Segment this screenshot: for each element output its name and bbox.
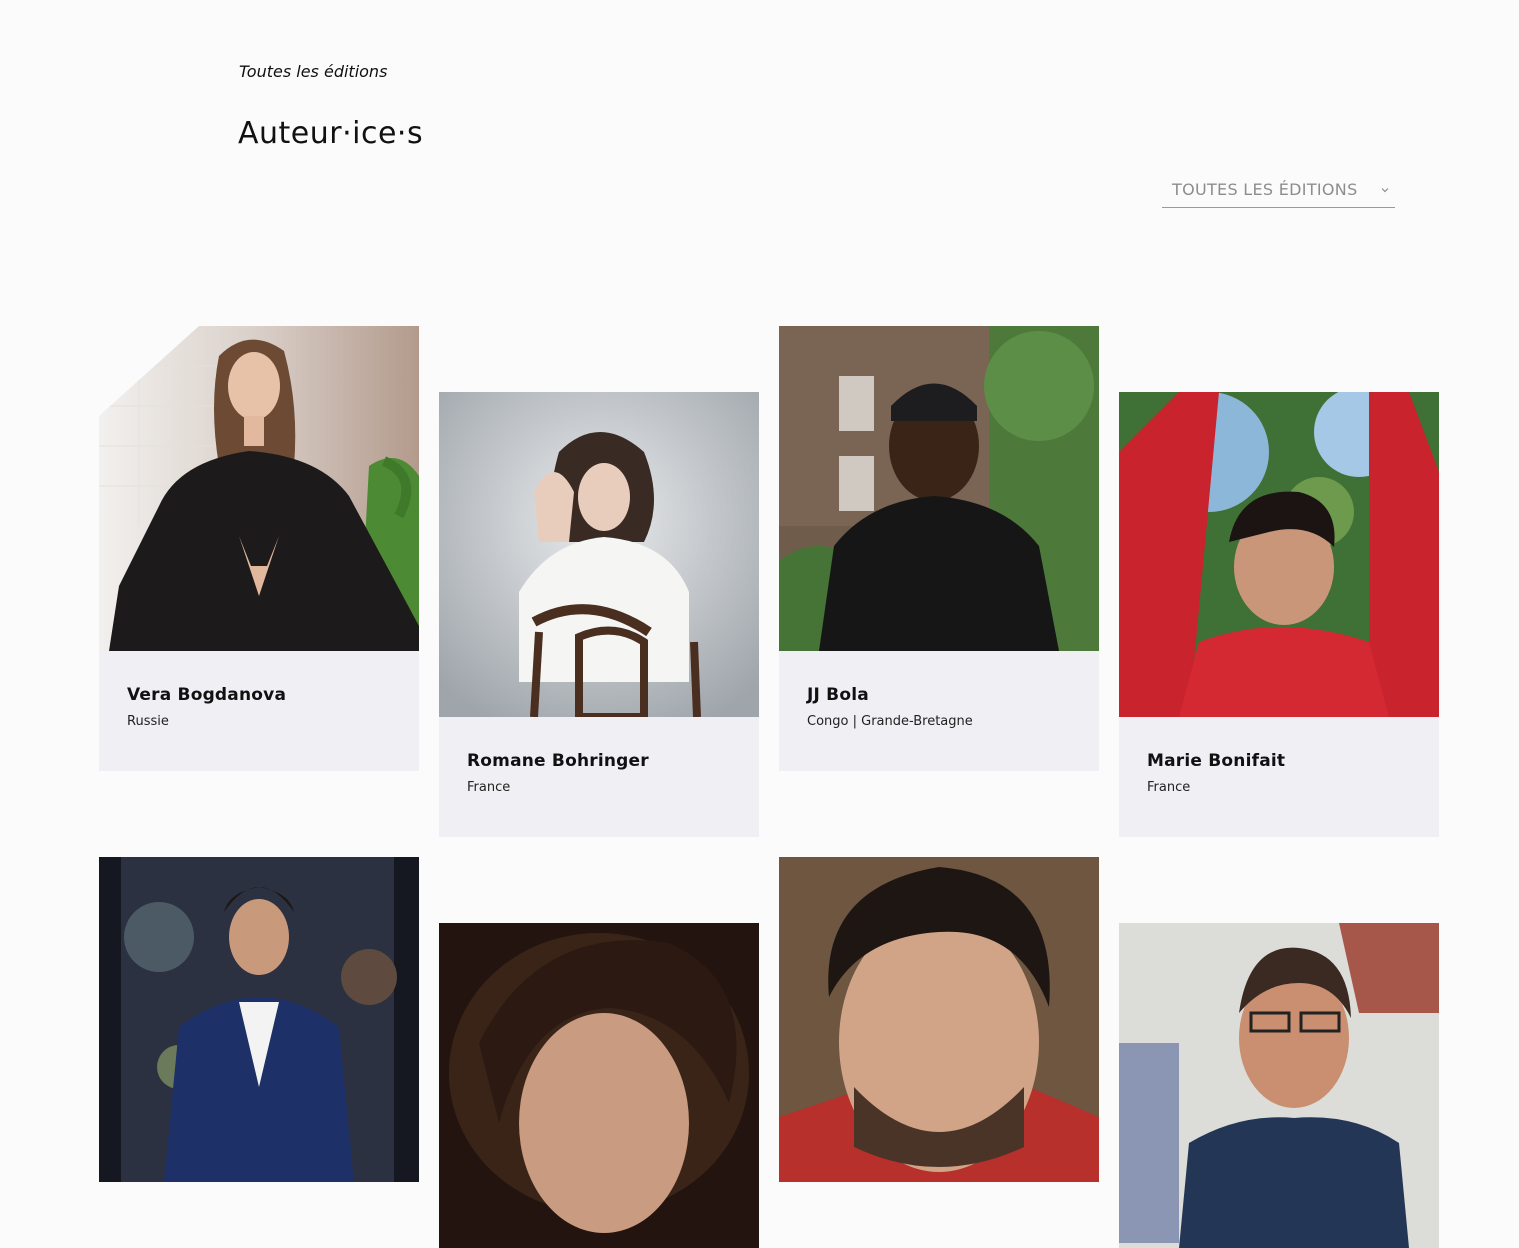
author-name: Vera Bogdanova bbox=[127, 685, 287, 705]
author-country: Congo | Grande-Bretagne bbox=[807, 714, 973, 729]
author-photo bbox=[1119, 923, 1439, 1248]
author-card[interactable] bbox=[439, 923, 759, 1248]
author-photo bbox=[439, 923, 759, 1248]
page-title: Auteur·ice·s bbox=[238, 116, 424, 151]
author-photo bbox=[779, 857, 1099, 1182]
author-card[interactable] bbox=[779, 857, 1099, 1182]
author-info: Vera Bogdanova Russie bbox=[99, 651, 419, 771]
author-card-jj-bola[interactable]: JJ Bola Congo | Grande-Bretagne bbox=[779, 326, 1099, 771]
author-photo bbox=[1119, 392, 1439, 717]
author-info: Marie Bonifait France bbox=[1119, 717, 1439, 837]
author-photo bbox=[99, 326, 419, 651]
author-card-romane-bohringer[interactable]: Romane Bohringer France bbox=[439, 392, 759, 837]
author-name: Romane Bohringer bbox=[467, 751, 649, 771]
author-photo bbox=[99, 857, 419, 1182]
author-card-marie-bonifait[interactable]: Marie Bonifait France bbox=[1119, 392, 1439, 837]
author-card[interactable] bbox=[1119, 923, 1439, 1248]
author-name: JJ Bola bbox=[807, 685, 869, 705]
author-name: Marie Bonifait bbox=[1147, 751, 1286, 771]
author-country: France bbox=[1147, 780, 1191, 795]
breadcrumb-link[interactable]: Toutes les éditions bbox=[239, 62, 387, 81]
author-country: France bbox=[467, 780, 511, 795]
author-card[interactable] bbox=[99, 857, 419, 1182]
author-country: Russie bbox=[127, 714, 169, 729]
author-info: JJ Bola Congo | Grande-Bretagne bbox=[779, 651, 1099, 771]
author-info: Romane Bohringer France bbox=[439, 717, 759, 837]
author-card-vera-bogdanova[interactable]: Vera Bogdanova Russie bbox=[99, 326, 419, 771]
author-photo bbox=[779, 326, 1099, 651]
author-photo bbox=[439, 392, 759, 717]
chevron-down-icon bbox=[1381, 188, 1389, 193]
edition-filter-value: TOUTES LES ÉDITIONS bbox=[1172, 180, 1358, 199]
edition-filter-select[interactable]: TOUTES LES ÉDITIONS bbox=[1162, 178, 1395, 208]
